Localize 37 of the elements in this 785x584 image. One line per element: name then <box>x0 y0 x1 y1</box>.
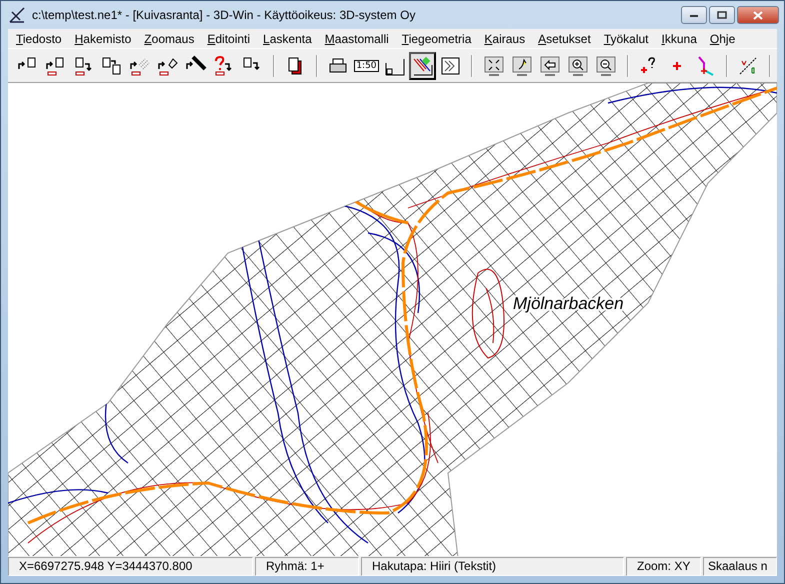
status-field: Ryhmä: 1+ <box>255 557 359 576</box>
menu-item[interactable]: Ikkuna <box>656 32 704 46</box>
maximize-icon <box>717 11 727 19</box>
menu-item[interactable]: Ohje <box>704 32 742 46</box>
scale-label: 1:50 <box>354 60 379 72</box>
close-icon <box>753 10 763 20</box>
monitor-pan-icon <box>510 54 533 76</box>
menu-item[interactable]: Editointi <box>201 32 258 46</box>
menu-item[interactable]: Hakemisto <box>68 32 138 46</box>
menu-item[interactable]: Tiedosto <box>10 32 69 46</box>
back-arrow-icon <box>539 54 562 76</box>
menu-item[interactable]: Laskenta <box>257 32 319 46</box>
status-field: Hakutapa: Hiiri (Tekstit) <box>361 557 624 576</box>
zoom-in-icon <box>567 54 590 76</box>
documents-icon <box>100 54 123 76</box>
minimize-button[interactable] <box>681 6 707 24</box>
zoom-out-icon <box>595 54 618 76</box>
status-field: Skaalaus n <box>703 557 777 576</box>
ab-line-icon <box>737 54 760 76</box>
menu-item[interactable]: Kairaus <box>478 32 532 46</box>
minimize-icon <box>689 12 699 18</box>
hatch-document-icon <box>440 54 462 76</box>
status-field: X=6697275.948 Y=3444370.800 <box>8 557 253 576</box>
map-layers-icon <box>412 54 434 76</box>
maximize-button[interactable] <box>709 6 735 24</box>
menu-item[interactable]: Tiegeometria <box>396 32 478 46</box>
app-icon <box>8 6 26 24</box>
menu-item[interactable]: Työkalut <box>598 32 656 46</box>
window-title: c:\temp\test.ne1* - [Kuivasranta] - 3D-Win - Käyttöoikeus: 3D-system Oy <box>32 8 416 22</box>
menu-item[interactable]: Asetukset <box>532 32 598 46</box>
menu-item[interactable]: Zoomaus <box>138 32 202 46</box>
toolbar-button[interactable] <box>409 52 436 80</box>
toolbar-button[interactable]: 1:50 <box>352 52 380 80</box>
close-button[interactable] <box>737 6 779 24</box>
menu-item[interactable]: Maastomalli <box>318 32 396 46</box>
fit-screen-icon <box>482 54 505 76</box>
status-field: Zoom: XY <box>626 557 701 576</box>
